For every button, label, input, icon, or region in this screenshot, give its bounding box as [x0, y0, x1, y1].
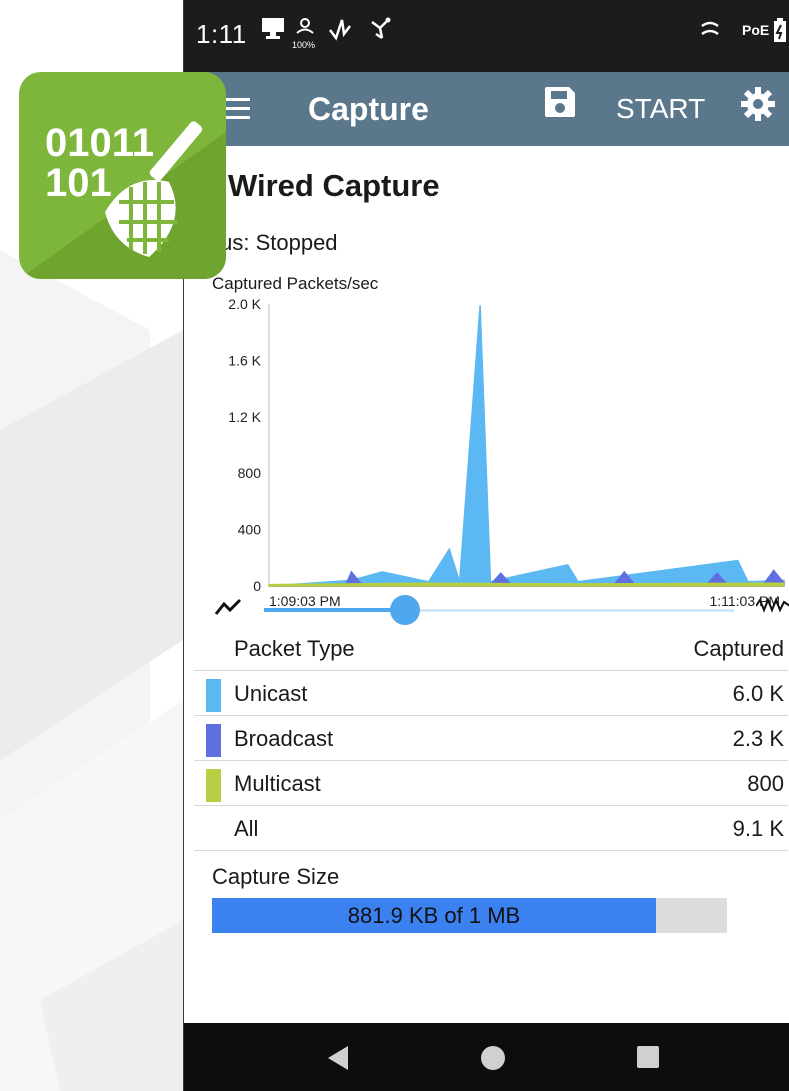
- waveform-icon: [755, 596, 789, 619]
- cable-icon: [700, 20, 722, 45]
- slider-fill: [264, 608, 405, 612]
- header-packet-type: Packet Type: [234, 636, 355, 661]
- slider-thumb[interactable]: [390, 595, 420, 625]
- net-capture-icon: 01011 101: [19, 121, 226, 279]
- trend-icon: [214, 598, 242, 621]
- y-tick-label: 400: [238, 522, 262, 538]
- poe-label: PoE: [742, 22, 770, 38]
- row-label: Multicast: [234, 771, 321, 796]
- y-tick-label: 1.6 K: [228, 352, 261, 368]
- multicast-swatch: [206, 769, 221, 802]
- usb-icon: [368, 16, 394, 47]
- header-captured: Captured: [693, 636, 784, 661]
- home-icon[interactable]: [480, 1045, 506, 1076]
- nav-bar: [184, 1023, 789, 1091]
- recents-icon[interactable]: [636, 1045, 660, 1074]
- row-label: All: [234, 816, 259, 841]
- row-value: 2.3 K: [732, 726, 784, 751]
- table-row-unicast: Unicast 6.0 K: [194, 671, 788, 716]
- unicast-swatch: [206, 679, 221, 712]
- save-icon[interactable]: [540, 82, 580, 122]
- signal-icon: [328, 16, 354, 47]
- page-title-text: Wired Capture: [228, 168, 440, 203]
- capture-size-text: 881.9 KB of 1 MB: [347, 903, 521, 928]
- y-tick-label: 800: [238, 465, 262, 481]
- row-label: Unicast: [234, 681, 308, 706]
- broadcast-swatch: [206, 724, 221, 757]
- phone-screen: 1:11 100% PoE Capture START Wired Captur…: [183, 0, 789, 1091]
- table-row-all: All 9.1 K: [194, 806, 788, 851]
- app-icon-digits-1: 01011: [45, 121, 154, 165]
- row-value: 6.0 K: [732, 681, 784, 706]
- packet-table: Packet Type Captured Unicast 6.0 K Broad…: [194, 626, 788, 851]
- row-value: 800: [747, 771, 784, 796]
- chart-title: Captured Packets/sec: [212, 274, 379, 293]
- app-bar: Capture START: [184, 72, 789, 146]
- table-row-broadcast: Broadcast 2.3 K: [194, 716, 788, 761]
- battery-icon: [772, 18, 788, 49]
- capture-size-label: Capture Size: [212, 864, 340, 889]
- gear-icon[interactable]: [740, 86, 776, 127]
- app-icon-digits-2: 101: [45, 161, 112, 205]
- back-icon[interactable]: [326, 1045, 350, 1076]
- y-tick-label: 2.0 K: [228, 296, 261, 312]
- capture-size-bar: 881.9 KB of 1 MB: [212, 898, 727, 933]
- start-button[interactable]: START: [616, 84, 705, 134]
- status-bar: 1:11 100% PoE: [184, 0, 789, 72]
- table-header: Packet Type Captured: [194, 626, 788, 671]
- app-icon: 01011 101: [19, 72, 226, 279]
- battery-percent-text: 100%: [292, 40, 316, 50]
- series-area-unicast: [268, 305, 785, 587]
- chart-svg: 2.0 K1.6 K1.2 K80040001:09:03 PM 1:11:03 …: [228, 296, 785, 606]
- page-title: Wired Capture: [214, 168, 440, 204]
- row-label: Broadcast: [234, 726, 334, 751]
- packets-chart: Captured Packets/sec 2.0 K 1.6 K 1.2 K 800 4…: [184, 274, 789, 606]
- y-tick-label: 1.2 K: [228, 409, 261, 425]
- series-area-multicast: [268, 582, 785, 587]
- capture-status: tus: Stopped: [214, 230, 338, 255]
- app-title: Capture: [308, 91, 429, 127]
- row-value: 9.1 K: [732, 816, 784, 841]
- status-time: 1:11: [196, 19, 247, 49]
- table-row-multicast: Multicast 800: [194, 761, 788, 806]
- monitor-icon: [260, 16, 286, 45]
